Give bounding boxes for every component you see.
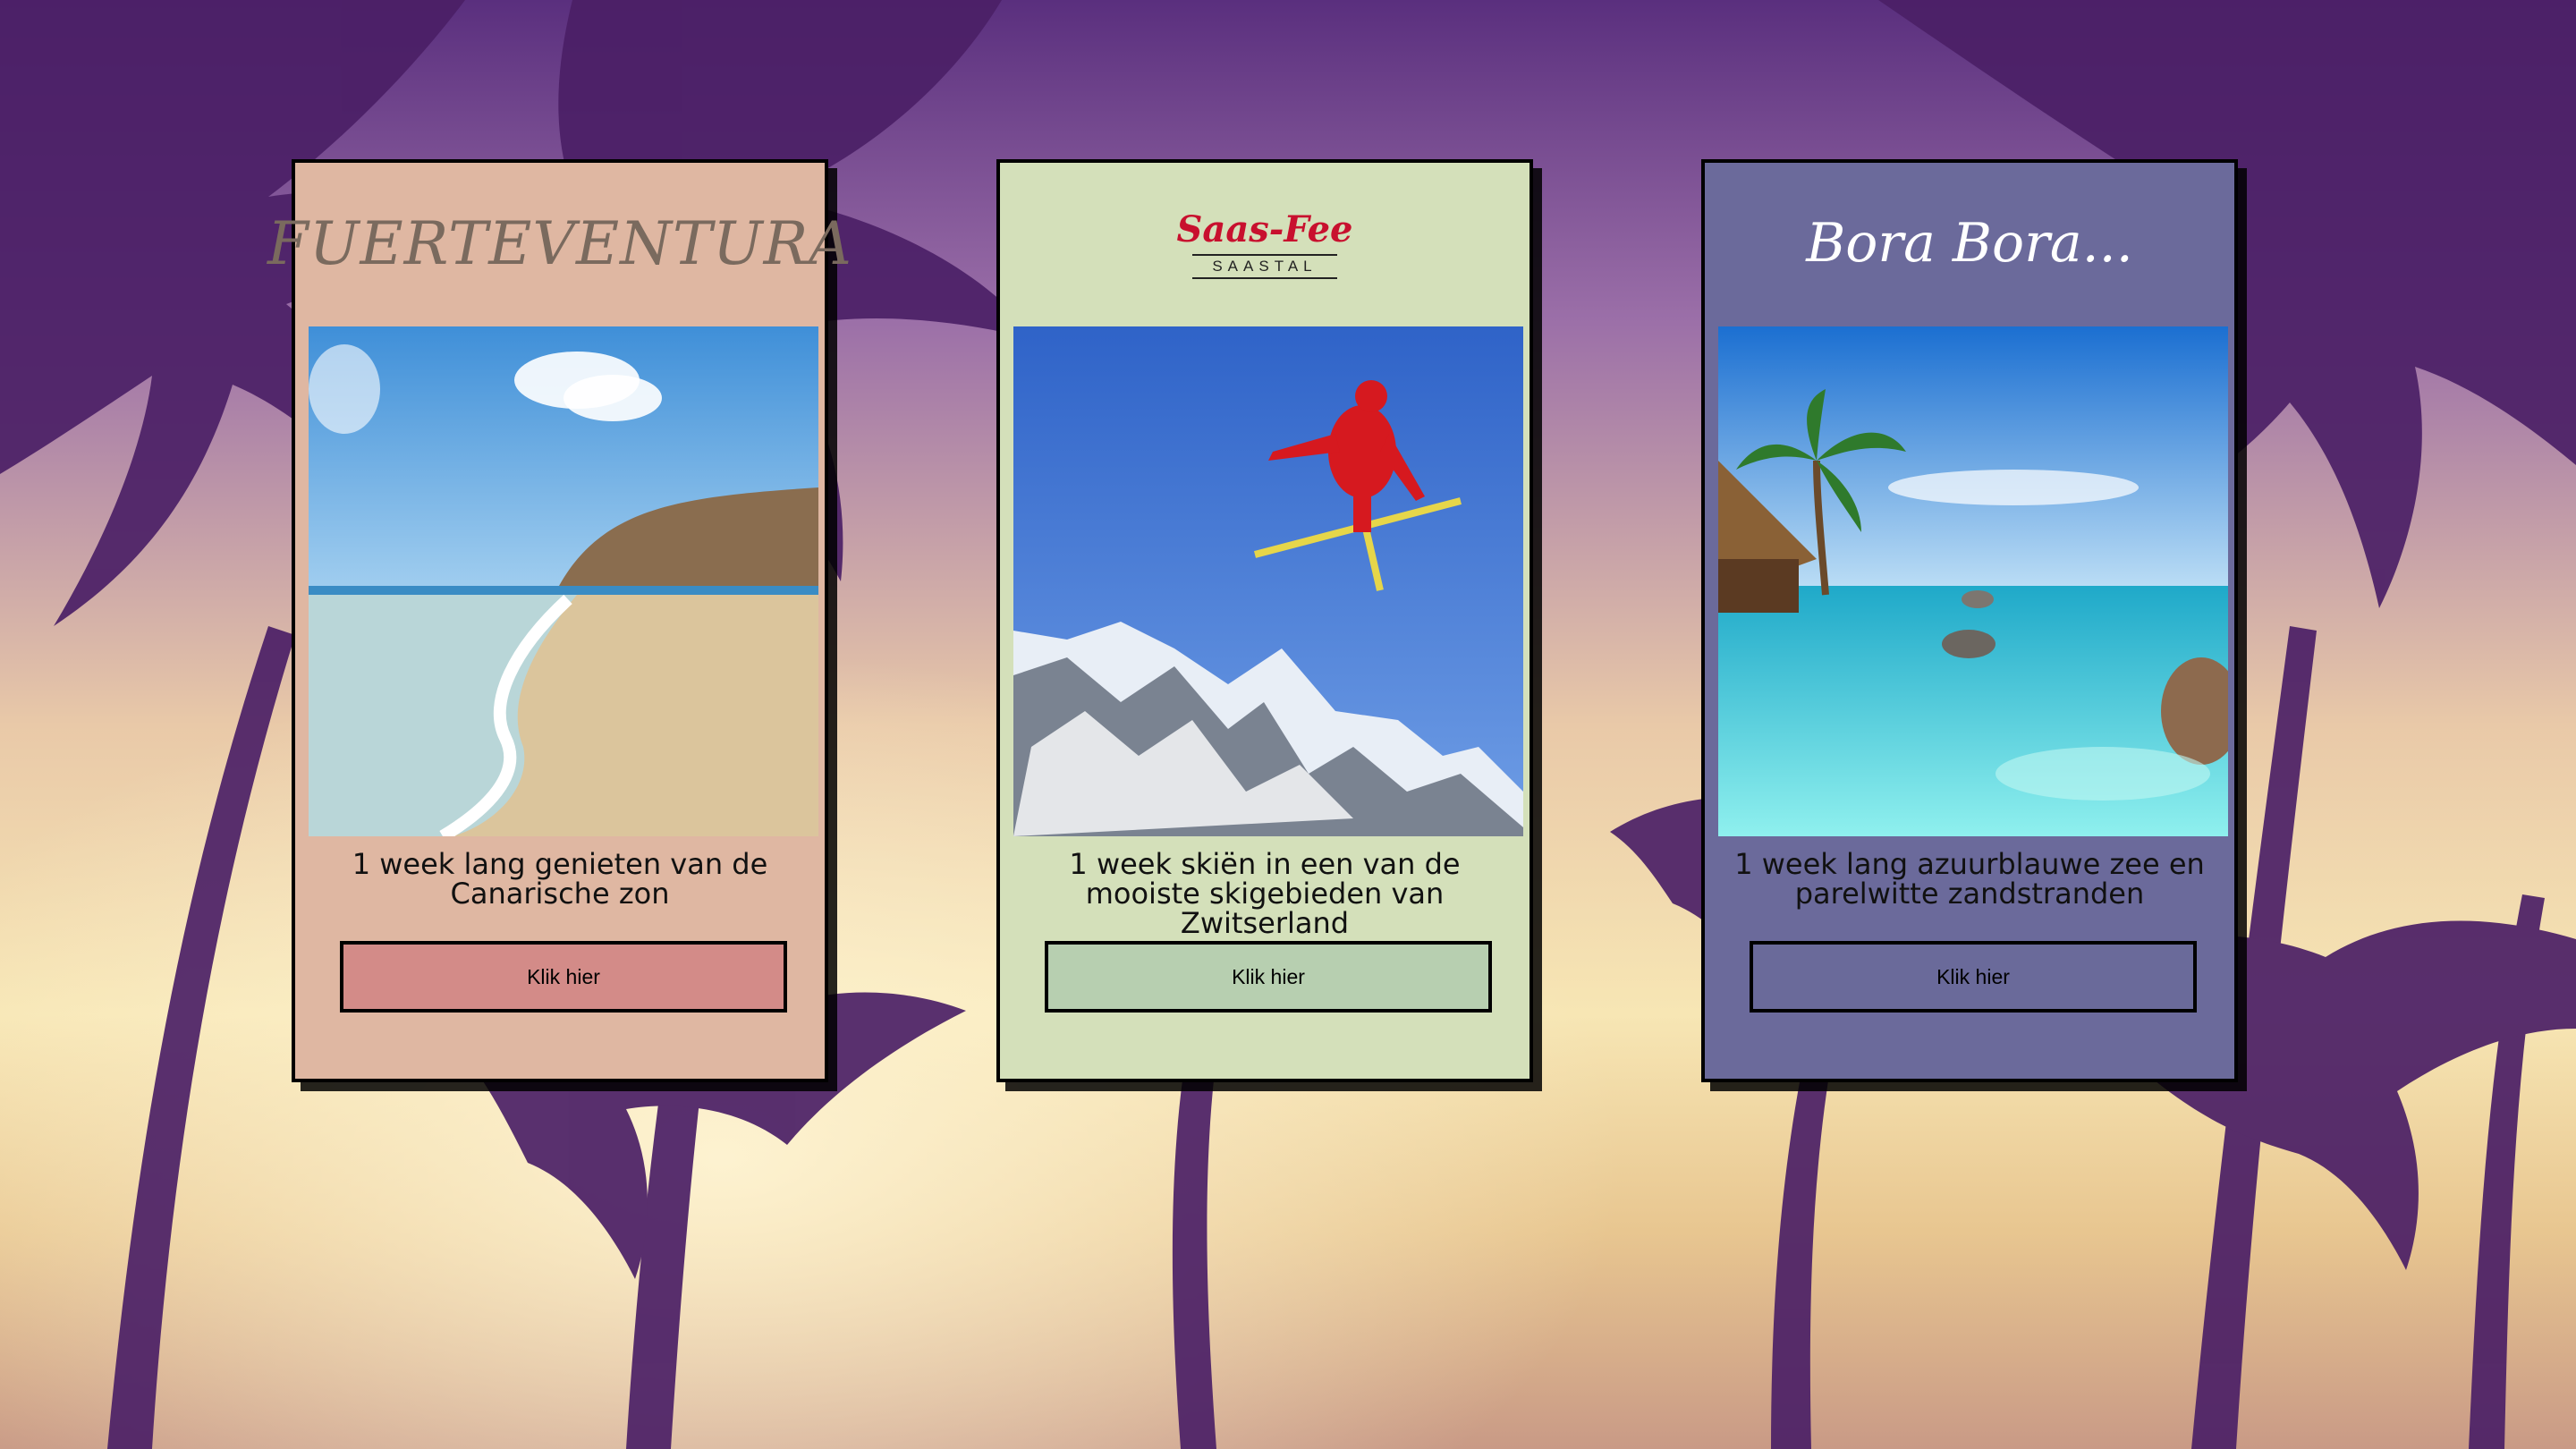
offer-card-bora-bora: Bora Bora... 1 week lang azuurblauwe zee… — [1701, 159, 2238, 1082]
klik-hier-button[interactable]: Klik hier — [1045, 941, 1492, 1013]
skier-photo — [1013, 326, 1523, 836]
klik-hier-button[interactable]: Klik hier — [1750, 941, 2197, 1013]
fuerteventura-logo: FUERTEVENTURA — [267, 163, 852, 324]
saas-fee-logo-text: Saas-Fee — [1176, 208, 1353, 250]
offer-description: 1 week lang azuurblauwe zee en parelwitt… — [1734, 847, 2205, 911]
lagoon-photo — [1718, 326, 2228, 836]
klik-hier-button[interactable]: Klik hier — [340, 941, 787, 1013]
offer-card-fuerteventura: FUERTEVENTURA 1 week lang genieten van d… — [267, 159, 852, 1082]
fuerteventura-logo-text: FUERTEVENTURA — [267, 208, 852, 278]
saastal-logo-subtext: SAASTAL — [1192, 253, 1337, 279]
saas-fee-logo: Saas-Fee SAASTAL — [1000, 163, 1530, 324]
offer-description: 1 week lang genieten van de Canarische z… — [352, 847, 768, 911]
offer-card-saas-fee: Saas-Fee SAASTAL 1 week skiën in een van… — [996, 159, 1533, 1082]
beach-photo — [309, 326, 818, 836]
bora-bora-logo-text: Bora Bora... — [1806, 212, 2133, 275]
bora-bora-logo: Bora Bora... — [1705, 163, 2234, 324]
offer-description: 1 week skiën in een van de mooiste skige… — [1069, 847, 1461, 940]
